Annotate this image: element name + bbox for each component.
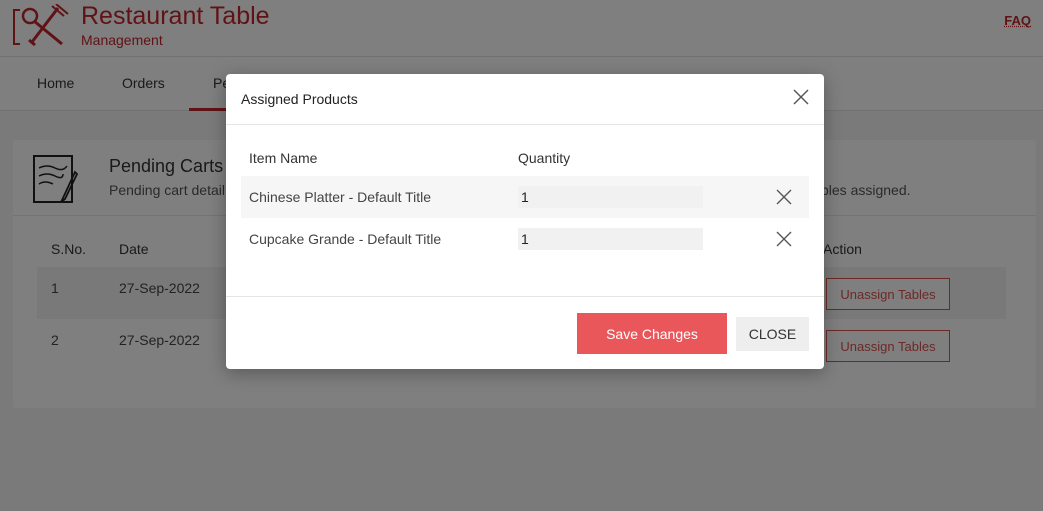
assigned-products-modal: Assigned Products Item Name Quantity Chi… (226, 74, 824, 369)
modal-footer: Save Changes CLOSE (226, 296, 824, 369)
modal-header: Assigned Products (226, 74, 824, 125)
quantity-input[interactable] (518, 186, 703, 208)
quantity-input[interactable] (518, 228, 703, 250)
remove-item-icon[interactable] (776, 189, 792, 205)
product-row: Chinese Platter - Default Title (241, 176, 809, 218)
remove-item-icon[interactable] (776, 231, 792, 247)
modal-title: Assigned Products (241, 91, 358, 107)
save-changes-button[interactable]: Save Changes (577, 313, 727, 354)
product-name: Chinese Platter - Default Title (249, 189, 432, 205)
column-header-quantity: Quantity (518, 150, 571, 166)
close-icon[interactable] (792, 88, 810, 106)
product-row: Cupcake Grande - Default Title (241, 218, 809, 260)
close-button[interactable]: CLOSE (736, 317, 809, 351)
product-name: Cupcake Grande - Default Title (249, 231, 442, 247)
column-header-item-name: Item Name (249, 150, 318, 166)
